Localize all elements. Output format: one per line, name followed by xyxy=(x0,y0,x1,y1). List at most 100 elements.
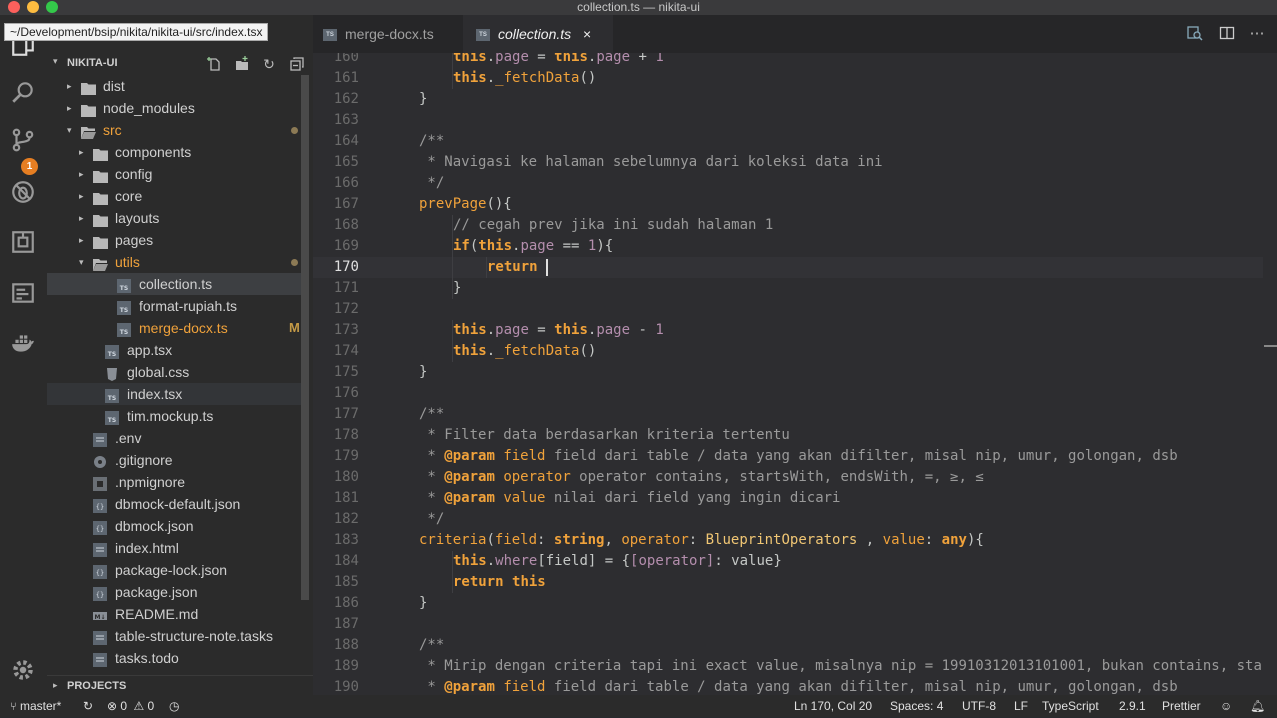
code-line[interactable]: 175} xyxy=(313,362,1263,383)
tab-merge-docx[interactable]: TS merge-docx.ts xyxy=(313,15,463,53)
tree-file[interactable]: .npmignore xyxy=(47,471,305,493)
tree-folder[interactable]: ▸ components xyxy=(47,141,305,163)
code-line[interactable]: 171} xyxy=(313,278,1263,299)
extensions-icon[interactable] xyxy=(8,227,38,257)
eol-status[interactable]: LF xyxy=(1014,695,1028,717)
code-line[interactable]: 160 this.page = this.page + 1 xyxy=(313,53,1263,68)
language-mode[interactable]: TypeScript xyxy=(1042,695,1099,717)
minimize-window-button[interactable] xyxy=(27,1,39,13)
new-file-icon[interactable] xyxy=(207,56,223,72)
source-control-icon[interactable] xyxy=(8,125,38,155)
code-line[interactable]: 167 prevPage(){ xyxy=(313,194,1263,215)
tree-folder[interactable]: ▾ utils xyxy=(47,251,305,273)
problems-status[interactable]: ⊗ 0 ⚠ 0 xyxy=(107,695,154,717)
clock-icon[interactable]: ◷ xyxy=(169,695,179,717)
tree-file[interactable]: TS index.tsx xyxy=(47,383,305,405)
tree-file[interactable]: index.html xyxy=(47,537,305,559)
code-line[interactable]: 172 xyxy=(313,299,1263,320)
code-token: [field] = { xyxy=(537,553,631,569)
tree-file[interactable]: tasks.todo xyxy=(47,647,305,669)
sync-icon[interactable]: ↻ xyxy=(83,695,93,717)
feedback-smiley-icon[interactable]: ☺ xyxy=(1220,695,1232,717)
tree-file[interactable]: {} package-lock.json xyxy=(47,559,305,581)
close-tab-icon[interactable]: × xyxy=(583,26,591,42)
line-number: 170 xyxy=(333,259,359,275)
refresh-icon[interactable]: ↻ xyxy=(261,56,277,72)
tree-folder[interactable]: ▸ config xyxy=(47,163,305,185)
encoding-status[interactable]: UTF-8 xyxy=(962,695,996,717)
new-folder-icon[interactable] xyxy=(234,56,250,72)
code-line[interactable]: 173 this.page = this.page - 1 xyxy=(313,320,1263,341)
tab-collection[interactable]: TS collection.ts × xyxy=(463,15,613,53)
code-line[interactable]: 182 */ xyxy=(313,509,1263,530)
tree-file[interactable]: {} dbmock-default.json xyxy=(47,493,305,515)
tree-item-label: README.md xyxy=(115,606,199,622)
code-line[interactable]: 179 * @param field field dari table / da… xyxy=(313,446,1263,467)
split-editor-icon[interactable] xyxy=(1218,25,1236,43)
code-line[interactable]: 186} xyxy=(313,593,1263,614)
code-line[interactable]: 185 return this xyxy=(313,572,1263,593)
code-line[interactable]: 178 * Filter data berdasarkan kriteria t… xyxy=(313,425,1263,446)
chevron-down-icon[interactable]: ▾ xyxy=(53,56,58,67)
code-line[interactable]: 183 criteria(field: string, operator: Blu… xyxy=(313,530,1263,551)
code-line[interactable]: 176 xyxy=(313,383,1263,404)
tree-folder[interactable]: ▸ layouts xyxy=(47,207,305,229)
tree-file[interactable]: TS merge-docx.ts M xyxy=(47,317,305,339)
code-line[interactable]: 180 * @param operator operator contains,… xyxy=(313,467,1263,488)
task-explorer-icon[interactable] xyxy=(8,278,38,308)
code-line[interactable]: 181 * @param value nilai dari field yang… xyxy=(313,488,1263,509)
tree-folder[interactable]: ▸ pages xyxy=(47,229,305,251)
tree-file[interactable]: global.css xyxy=(47,361,305,383)
sidebar-scrollbar[interactable] xyxy=(301,75,309,600)
tree-file[interactable]: TS tim.mockup.ts xyxy=(47,405,305,427)
tree-file[interactable]: .env xyxy=(47,427,305,449)
code-line[interactable]: 190 * @param field field dari table / da… xyxy=(313,677,1263,695)
code-line[interactable]: 162} xyxy=(313,89,1263,110)
more-actions-icon[interactable]: ⋯ xyxy=(1248,25,1266,43)
code-line[interactable]: 166 */ xyxy=(313,173,1263,194)
code-line[interactable]: 189 * Mirip dengan criteria tapi ini exa… xyxy=(313,656,1263,677)
tree-file[interactable]: {} package.json xyxy=(47,581,305,603)
tree-file[interactable]: table-structure-note.tasks xyxy=(47,625,305,647)
tree-file[interactable]: {} dbmock.json xyxy=(47,515,305,537)
code-line[interactable]: 161 this._fetchData() xyxy=(313,68,1263,89)
code-line[interactable]: 165 * Navigasi ke halaman sebelumnya dar… xyxy=(313,152,1263,173)
docker-icon[interactable] xyxy=(8,328,38,358)
tree-file[interactable]: TS format-rupiah.ts xyxy=(47,295,305,317)
code-line[interactable]: 187 xyxy=(313,614,1263,635)
code-editor[interactable]: 160 this.page = this.page + 1 161 this._fet… xyxy=(313,53,1263,695)
gear-icon[interactable] xyxy=(8,655,38,685)
indentation-status[interactable]: Spaces: 4 xyxy=(890,695,943,717)
code-line[interactable]: 174 this._fetchData() xyxy=(313,341,1263,362)
close-window-button[interactable] xyxy=(8,1,20,13)
code-line[interactable]: 168 // cegah prev jika ini sudah halaman … xyxy=(313,215,1263,236)
tree-file[interactable]: .gitignore xyxy=(47,449,305,471)
zoom-window-button[interactable] xyxy=(46,1,58,13)
cursor-position[interactable]: Ln 170, Col 20 xyxy=(794,695,872,717)
tree-file[interactable]: TS collection.ts xyxy=(47,273,305,295)
typescript-version[interactable]: 2.9.1 xyxy=(1119,695,1146,717)
tree-folder[interactable]: ▸ core xyxy=(47,185,305,207)
code-line[interactable]: 169 if(this.page == 1){ xyxy=(313,236,1263,257)
code-token: this xyxy=(512,574,546,590)
code-line[interactable]: 184 this.where[field] = {[operator]: valu… xyxy=(313,551,1263,572)
prettier-status[interactable]: Prettier xyxy=(1162,695,1201,717)
collapse-all-icon[interactable] xyxy=(289,56,305,72)
search-icon[interactable] xyxy=(8,77,38,107)
tree-file[interactable]: M↓ README.md xyxy=(47,603,305,625)
tree-folder[interactable]: ▾ src xyxy=(47,119,305,141)
tree-folder[interactable]: ▸ dist xyxy=(47,75,305,97)
notifications-bell-icon[interactable]: 🔔︎ xyxy=(1250,695,1265,717)
debug-icon[interactable] xyxy=(8,177,38,207)
code-line[interactable]: 188 /** xyxy=(313,635,1263,656)
search-compare-icon[interactable] xyxy=(1186,25,1204,43)
branch-status[interactable]: ⑂ master* xyxy=(10,695,61,718)
tree-file[interactable]: TS app.tsx xyxy=(47,339,305,361)
code-line[interactable]: 170 return xyxy=(313,257,1263,278)
projects-section[interactable]: ▸ PROJECTS xyxy=(47,675,313,697)
tree-folder[interactable]: ▸ node_modules xyxy=(47,97,305,119)
code-line[interactable]: 164 /** xyxy=(313,131,1263,152)
code-line[interactable]: 177 /** xyxy=(313,404,1263,425)
tree-item-label: .env xyxy=(115,430,142,446)
code-line[interactable]: 163 xyxy=(313,110,1263,131)
